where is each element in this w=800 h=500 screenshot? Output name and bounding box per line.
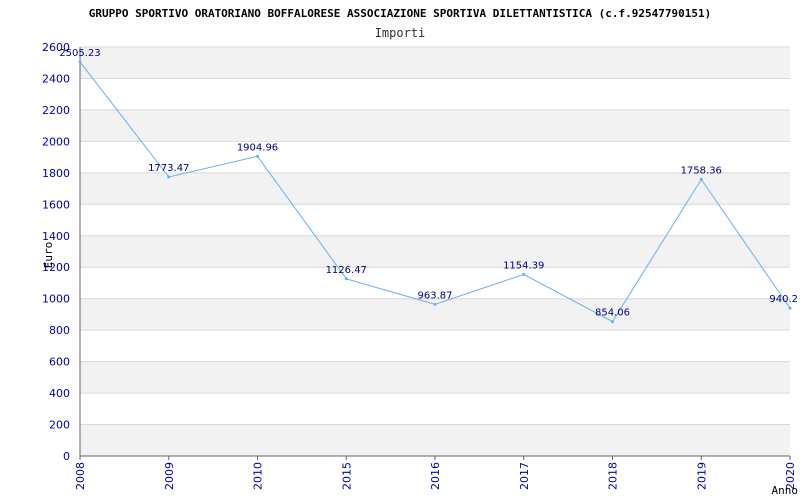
data-point [167, 175, 171, 179]
x-tick-label: 2008 [74, 462, 87, 490]
grid-band [80, 109, 790, 142]
chart-title: GRUPPO SPORTIVO ORATORIANO BOFFALORESE A… [89, 7, 712, 20]
y-tick-label: 2400 [42, 72, 70, 85]
y-tick-label: 800 [49, 324, 70, 337]
line-chart: GRUPPO SPORTIVO ORATORIANO BOFFALORESE A… [42, 7, 799, 497]
grid-band [80, 47, 790, 79]
data-label: 940.2 [769, 294, 798, 305]
y-tick-label: 1800 [42, 167, 70, 180]
data-point [433, 302, 437, 306]
data-point [522, 272, 526, 276]
x-axis-ticks: 2008 2009 2010 2015 2016 2017 2018 2019 2020 [74, 456, 797, 490]
data-point [699, 177, 703, 181]
grid-band [80, 235, 790, 268]
data-point [344, 277, 348, 281]
data-point [788, 306, 792, 310]
data-point [611, 320, 614, 324]
data-label: 2505.23 [59, 48, 100, 59]
data-point [78, 60, 82, 64]
data-label: 1154.39 [503, 260, 544, 271]
data-label: 1758.36 [681, 165, 722, 176]
x-tick-label: 2009 [163, 462, 176, 490]
x-axis-label: Anno [772, 484, 799, 497]
x-tick-label: 2010 [252, 462, 265, 490]
x-tick-label: 2016 [429, 462, 442, 490]
y-axis-label: Euro [42, 242, 55, 269]
y-tick-label: 200 [49, 419, 70, 432]
data-label: 1126.47 [326, 265, 367, 276]
data-point [256, 154, 259, 158]
x-tick-label: 2015 [340, 462, 353, 490]
x-tick-label: 2019 [695, 462, 708, 490]
data-label: 854.06 [595, 308, 630, 319]
y-tick-label: 600 [49, 356, 70, 369]
grid-band [80, 361, 790, 394]
y-tick-label: 400 [49, 387, 70, 400]
y-tick-label: 2000 [42, 135, 70, 148]
y-tick-label: 1600 [42, 198, 70, 211]
grid-band [80, 172, 790, 205]
y-tick-label: 1000 [42, 293, 70, 306]
data-label: 1904.96 [237, 142, 278, 153]
grid-bands [80, 47, 790, 456]
x-tick-label: 2017 [518, 462, 531, 490]
chart-subtitle: Importi [375, 26, 426, 40]
y-tick-label: 2200 [42, 104, 70, 117]
data-label: 1773.47 [148, 163, 189, 174]
grid-band [80, 424, 790, 456]
x-tick-label: 2018 [607, 462, 620, 490]
y-tick-label: 1400 [42, 230, 70, 243]
data-label: 963.87 [418, 290, 453, 301]
y-tick-label: 0 [63, 450, 70, 463]
